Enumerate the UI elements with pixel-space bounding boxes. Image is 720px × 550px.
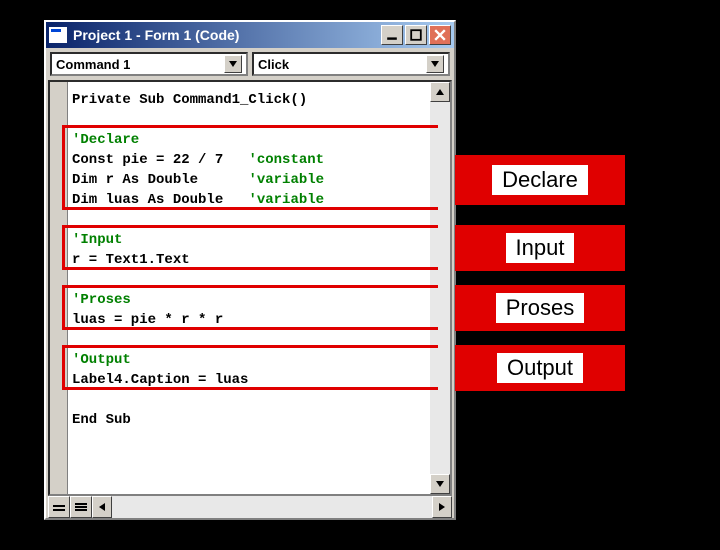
code-line bbox=[72, 110, 426, 130]
code-text-area[interactable]: Private Sub Command1_Click() 'DeclareCon… bbox=[68, 82, 430, 494]
window-title: Project 1 - Form 1 (Code) bbox=[73, 27, 381, 43]
label-proses-text: Proses bbox=[496, 293, 584, 323]
maximize-icon bbox=[410, 29, 422, 41]
code-line: luas = pie * r * r bbox=[72, 310, 426, 330]
window-buttons bbox=[381, 25, 451, 45]
procedure-view-button[interactable] bbox=[48, 496, 70, 518]
code-margin bbox=[50, 82, 68, 494]
code-line: Const pie = 22 / 7 'constant bbox=[72, 150, 426, 170]
code-line: 'Input bbox=[72, 230, 426, 250]
minimize-button[interactable] bbox=[381, 25, 403, 45]
code-line: Label4.Caption = luas bbox=[72, 370, 426, 390]
dropdown-arrow-icon bbox=[224, 55, 242, 73]
procedure-dropdown-value: Click bbox=[258, 57, 289, 72]
label-input: Input bbox=[455, 225, 625, 271]
code-line bbox=[72, 270, 426, 290]
code-editor: Private Sub Command1_Click() 'DeclareCon… bbox=[48, 80, 452, 496]
scroll-right-button[interactable] bbox=[432, 496, 452, 518]
close-icon bbox=[434, 29, 446, 41]
code-line: Private Sub Command1_Click() bbox=[72, 90, 426, 110]
scroll-down-button[interactable] bbox=[430, 474, 450, 494]
label-declare-text: Declare bbox=[492, 165, 588, 195]
procedure-view-icon bbox=[53, 502, 65, 512]
code-line: 'Output bbox=[72, 350, 426, 370]
scroll-up-button[interactable] bbox=[430, 82, 450, 102]
dropdown-arrow-icon bbox=[426, 55, 444, 73]
code-line: End Sub bbox=[72, 410, 426, 430]
maximize-button[interactable] bbox=[405, 25, 427, 45]
label-output-text: Output bbox=[497, 353, 583, 383]
dropdown-row: Command 1 Click bbox=[46, 48, 454, 80]
scroll-track[interactable] bbox=[430, 102, 450, 474]
minimize-icon bbox=[386, 29, 398, 41]
titlebar[interactable]: Project 1 - Form 1 (Code) bbox=[46, 22, 454, 48]
close-button[interactable] bbox=[429, 25, 451, 45]
procedure-dropdown[interactable]: Click bbox=[252, 52, 450, 76]
object-dropdown[interactable]: Command 1 bbox=[50, 52, 248, 76]
code-line: Dim luas As Double 'variable bbox=[72, 190, 426, 210]
label-output: Output bbox=[455, 345, 625, 391]
code-line: r = Text1.Text bbox=[72, 250, 426, 270]
chevron-down-icon bbox=[436, 481, 444, 487]
code-line bbox=[72, 210, 426, 230]
code-line bbox=[72, 330, 426, 350]
label-input-text: Input bbox=[506, 233, 575, 263]
code-window: Project 1 - Form 1 (Code) Command 1 Clic… bbox=[44, 20, 456, 520]
code-line: Dim r As Double 'variable bbox=[72, 170, 426, 190]
chevron-up-icon bbox=[436, 89, 444, 95]
code-line bbox=[72, 390, 426, 410]
code-line: 'Declare bbox=[72, 130, 426, 150]
label-proses: Proses bbox=[455, 285, 625, 331]
vertical-scrollbar[interactable] bbox=[430, 82, 450, 494]
label-declare: Declare bbox=[455, 155, 625, 205]
code-line: 'Proses bbox=[72, 290, 426, 310]
form-icon bbox=[49, 27, 67, 43]
chevron-right-icon bbox=[439, 503, 445, 511]
object-dropdown-value: Command 1 bbox=[56, 57, 130, 72]
